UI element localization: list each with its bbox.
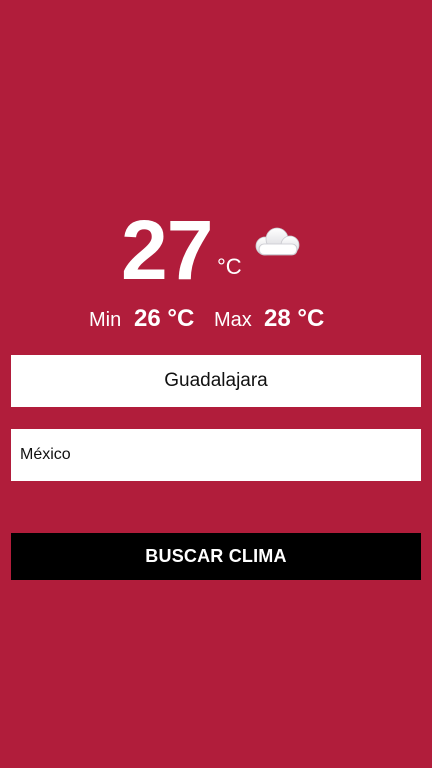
temperature-display: 27 °C bbox=[0, 200, 432, 300]
max-value: 28 °C bbox=[264, 305, 325, 332]
country-input[interactable] bbox=[11, 429, 421, 481]
min-max-row: Min 26 °C Max 28 °C bbox=[0, 302, 432, 336]
min-value: 26 °C bbox=[134, 305, 195, 332]
min-label: Min bbox=[89, 309, 122, 331]
city-input[interactable] bbox=[11, 355, 421, 407]
cloud-icon bbox=[255, 227, 300, 256]
current-temperature: 27 bbox=[121, 203, 213, 297]
search-weather-button[interactable]: BUSCAR CLIMA bbox=[11, 533, 421, 580]
weather-screen: 27 °C Min 26 °C Max 28 °C BUSCAR CLIMA bbox=[0, 0, 432, 768]
temperature-unit: °C bbox=[217, 254, 242, 279]
max-label: Max bbox=[214, 309, 252, 331]
